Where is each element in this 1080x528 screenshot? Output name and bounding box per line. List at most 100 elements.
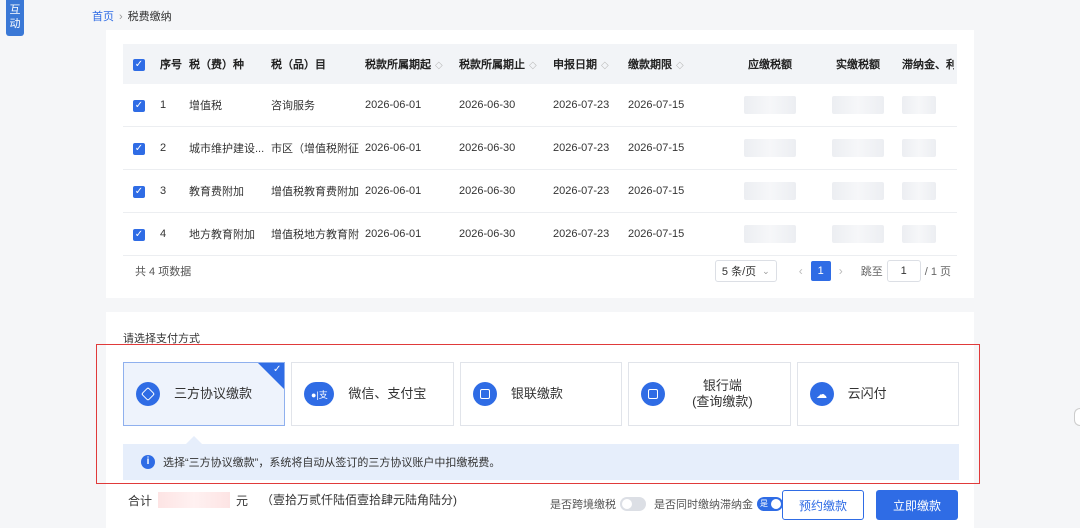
main-panel: ✓ 序号 税（费）种 税（品）目 税款所属期起 ◇ 税款所属期止 ◇ 申报日期 ◇ 缴… <box>96 30 980 528</box>
redacted-amount <box>744 139 796 157</box>
cell-tax-type: 城市维护建设... <box>189 143 265 155</box>
header-period-end[interactable]: 税款所属期止 ◇ <box>459 56 553 72</box>
select-all-checkbox[interactable]: ✓ <box>133 58 145 71</box>
cell-period-end: 2026-06-30 <box>459 142 516 154</box>
next-page-icon[interactable]: › <box>839 264 843 278</box>
redacted-amount <box>902 182 936 200</box>
header-late-fee: 滞纳金、利... <box>902 59 954 71</box>
cell-declare-date: 2026-07-23 <box>553 99 610 111</box>
redacted-amount <box>832 139 884 157</box>
late-fee-label: 是否同时缴纳滞纳金 <box>654 499 753 511</box>
header-period-start[interactable]: 税款所属期起 ◇ <box>365 56 459 72</box>
cell-no: 4 <box>160 228 167 240</box>
total-pages: / 1 页 <box>924 266 951 278</box>
total-summary: 合计 元 （壹拾万贰仟陆佰壹拾肆元陆角陆分) <box>128 492 464 509</box>
cell-deadline: 2026-07-15 <box>628 228 685 240</box>
sort-icon[interactable]: ◇ <box>601 60 609 71</box>
header-tax-item: 税（品）目 <box>271 59 326 71</box>
tax-table: ✓ 序号 税（费）种 税（品）目 税款所属期起 ◇ 税款所属期止 ◇ 申报日期 ◇ 缴… <box>123 44 957 256</box>
pay-now-button[interactable]: 立即缴款 <box>876 490 958 520</box>
redacted-amount <box>832 96 884 114</box>
payment-notice: i 选择“三方协议缴款”，系统将自动从签订的三方协议账户中扣缴税费。 <box>123 444 959 480</box>
jump-input[interactable]: 1 <box>886 260 921 282</box>
redacted-amount <box>744 225 796 243</box>
check-icon: ✓ <box>273 364 282 375</box>
header-declare-date[interactable]: 申报日期 ◇ <box>553 56 628 72</box>
cell-tax-item: 市区（增值税附征 <box>271 143 359 155</box>
cube-icon <box>136 382 160 406</box>
method-tripartite-agreement[interactable]: 三方协议缴款 ✓ <box>123 362 286 426</box>
header-tax-type: 税（费）种 <box>189 59 244 71</box>
table-row: ✓ 3 教育费附加 增值税教育费附加 2026-06-01 2026-06-30… <box>123 170 957 213</box>
method-label: 银联缴款 <box>510 386 563 401</box>
cell-deadline: 2026-07-15 <box>628 185 685 197</box>
sort-icon[interactable]: ◇ <box>529 60 537 71</box>
method-unionpay[interactable]: 银联缴款 <box>459 362 623 426</box>
payment-options: 是否跨境缴税 是否同时缴纳滞纳金 是 <box>550 496 791 512</box>
sort-icon[interactable]: ◇ <box>435 60 443 71</box>
pagination: 5 条/页 ⌄ ‹ 1 › 跳至 1 / 1 页 <box>714 256 951 286</box>
notice-text: 选择“三方协议缴款”，系统将自动从签订的三方协议账户中扣缴税费。 <box>163 457 501 469</box>
cell-period-end: 2026-06-30 <box>459 228 516 240</box>
cell-period-start: 2026-06-01 <box>365 228 422 240</box>
cell-period-end: 2026-06-30 <box>459 185 516 197</box>
late-fee-toggle[interactable]: 是 <box>757 497 783 511</box>
header-due-amount: 应缴税额 <box>748 59 792 71</box>
redacted-amount <box>902 225 936 243</box>
bank-card-icon <box>641 382 666 406</box>
cell-period-end: 2026-06-30 <box>459 99 516 111</box>
schedule-payment-button[interactable]: 预约缴款 <box>782 490 864 520</box>
redacted-amount <box>832 182 884 200</box>
table-header: ✓ 序号 税（费）种 税（品）目 税款所属期起 ◇ 税款所属期止 ◇ 申报日期 ◇ 缴… <box>123 44 957 84</box>
page-number-button[interactable]: 1 <box>810 261 831 281</box>
breadcrumb-current: 税费缴纳 <box>127 11 172 23</box>
breadcrumb-home-link[interactable]: 首页 <box>92 11 114 23</box>
row-checkbox[interactable]: ✓ <box>133 142 145 155</box>
redacted-amount <box>902 96 936 114</box>
method-bank-side[interactable]: 银行端 (查询缴款) <box>628 362 791 426</box>
page-jump: 跳至 1 / 1 页 <box>861 260 951 282</box>
side-collapse-handle[interactable] <box>1074 408 1080 426</box>
table-row: ✓ 4 地方教育附加 增值税地方教育附 2026-06-01 2026-06-3… <box>123 213 957 256</box>
prev-page-icon[interactable]: ‹ <box>799 264 803 278</box>
method-cloud-quickpass[interactable]: ☁ 云闪付 <box>796 362 960 426</box>
total-count: 共 4 项数据 <box>135 266 192 278</box>
cell-period-start: 2026-06-01 <box>365 99 422 111</box>
header-no: 序号 <box>160 59 182 71</box>
row-checkbox[interactable]: ✓ <box>133 228 145 241</box>
sort-icon[interactable]: ◇ <box>676 60 684 71</box>
cell-declare-date: 2026-07-23 <box>553 228 610 240</box>
cross-border-label: 是否跨境缴税 <box>550 499 616 511</box>
method-label: 微信、支付宝 <box>348 386 427 401</box>
row-checkbox[interactable]: ✓ <box>133 99 145 112</box>
redacted-amount <box>832 225 884 243</box>
cell-no: 3 <box>160 185 167 197</box>
method-wechat-alipay[interactable]: ●|支 微信、支付宝 <box>291 362 454 426</box>
row-checkbox[interactable]: ✓ <box>133 185 145 198</box>
cell-tax-item: 增值税地方教育附 <box>271 229 359 241</box>
cell-period-start: 2026-06-01 <box>365 142 422 154</box>
table-row: ✓ 1 增值税 咨询服务 2026-06-01 2026-06-30 2026-… <box>123 84 957 127</box>
method-label: 三方协议缴款 <box>174 386 253 401</box>
amount-in-words: （壹拾万贰仟陆佰壹拾肆元陆角陆分) <box>261 493 458 507</box>
cell-no: 2 <box>160 142 167 154</box>
cross-border-toggle[interactable] <box>620 497 646 511</box>
cell-deadline: 2026-07-15 <box>628 142 685 154</box>
interaction-side-tab[interactable]: 互动 <box>6 0 24 36</box>
notice-pointer <box>186 436 202 444</box>
cell-tax-type: 地方教育附加 <box>189 229 255 241</box>
page-size-select[interactable]: 5 条/页 ⌄ <box>714 260 777 282</box>
header-deadline[interactable]: 缴款期限 ◇ <box>628 56 726 72</box>
redacted-amount <box>744 96 796 114</box>
total-prefix: 合计 <box>128 494 153 508</box>
cell-tax-item: 咨询服务 <box>271 100 315 112</box>
header-paid-amount: 实缴税额 <box>836 59 880 71</box>
section-divider <box>106 298 974 312</box>
payment-methods: 三方协议缴款 ✓ ●|支 微信、支付宝 银联缴款 银行端 (查询缴款) ☁ 云闪… <box>123 362 960 426</box>
table-row: ✓ 2 城市维护建设... 市区（增值税附征 2026-06-01 2026-0… <box>123 127 957 170</box>
breadcrumb-separator: › <box>119 11 123 23</box>
cell-deadline: 2026-07-15 <box>628 99 685 111</box>
redacted-amount <box>744 182 796 200</box>
method-label: 云闪付 <box>847 386 887 401</box>
method-label: 银行端 (查询缴款) <box>692 378 753 409</box>
